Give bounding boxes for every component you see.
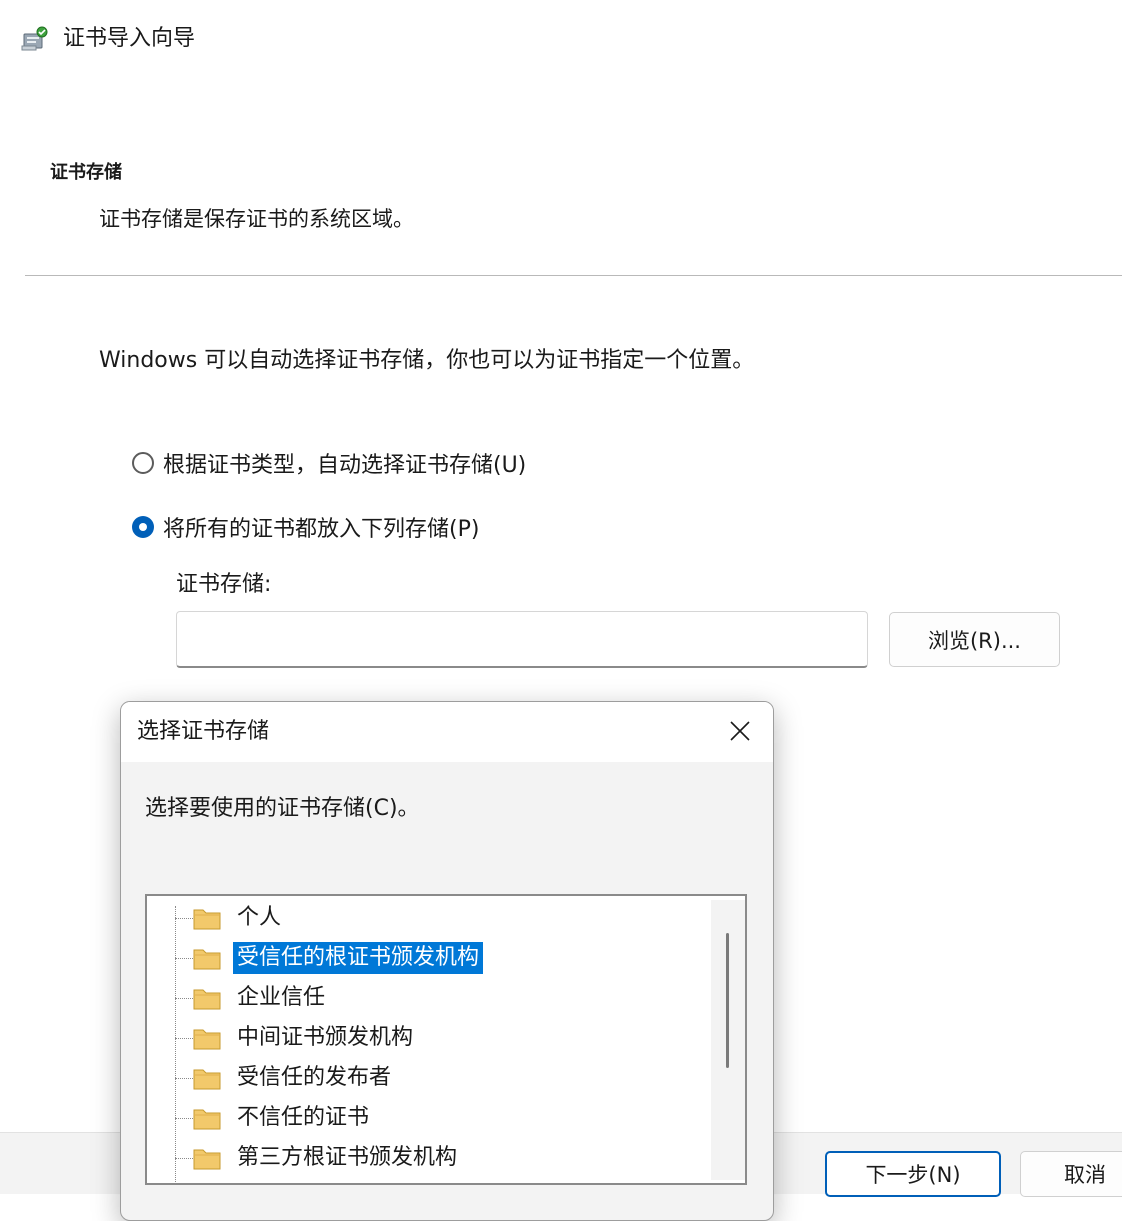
tree-item-label: 受信任的根证书颁发机构	[233, 942, 484, 974]
tree-item-label: 企业信任	[237, 985, 326, 1010]
tree-scrollbar[interactable]	[711, 900, 745, 1180]
folder-icon	[193, 906, 221, 930]
radio-auto-label: 根据证书类型，自动选择证书存储(U)	[163, 453, 527, 478]
tree-item[interactable]: 企业信任	[147, 980, 707, 1016]
tree-item[interactable]: 受信任的根证书颁发机构	[147, 940, 707, 976]
header-divider	[25, 275, 1122, 276]
dialog-prompt: 选择要使用的证书存储(C)。	[145, 796, 420, 821]
close-icon[interactable]	[717, 708, 763, 754]
tree-branch-line	[175, 918, 193, 919]
tree-item[interactable]: 受信任的发布者	[147, 1060, 707, 1096]
tree-item[interactable]: 不信任的证书	[147, 1100, 707, 1136]
folder-icon	[193, 1066, 221, 1090]
cancel-button[interactable]: 取消	[1020, 1151, 1122, 1197]
select-store-dialog: 选择证书存储 选择要使用的证书存储(C)。 个人受信任的根证书颁发机构企业信任中…	[120, 701, 774, 1221]
tree-item-label: 受信任的发布者	[237, 1065, 392, 1090]
tree-branch-line	[175, 1158, 193, 1159]
store-tree[interactable]: 个人受信任的根证书颁发机构企业信任中间证书颁发机构 受信任的发布者 不信任的证书第三…	[145, 894, 747, 1185]
section-title: 证书存储	[50, 162, 122, 183]
folder-icon	[193, 1106, 221, 1130]
folder-icon	[193, 986, 221, 1010]
tree-branch-line	[175, 1038, 193, 1039]
tree-item-label: 不信任的证书	[237, 1105, 370, 1130]
folder-icon	[193, 1146, 221, 1170]
browse-button[interactable]: 浏览(R)...	[889, 612, 1060, 667]
tree-item[interactable]: 个人	[147, 900, 707, 936]
window-title: 证书导入向导	[63, 26, 196, 51]
tree-branch-line	[175, 1078, 193, 1079]
dialog-title: 选择证书存储	[137, 719, 270, 744]
tree-item-label: 个人	[237, 905, 282, 930]
tree-item-label: 中间证书颁发机构	[237, 1025, 414, 1050]
radio-auto-indicator[interactable]	[132, 452, 154, 474]
tree-item[interactable]: 中间证书颁发机构	[147, 1020, 707, 1056]
radio-auto-select[interactable]: 根据证书类型，自动选择证书存储(U)	[132, 446, 526, 480]
folder-icon	[193, 946, 221, 970]
intro-text: Windows 可以自动选择证书存储，你也可以为证书指定一个位置。	[99, 348, 755, 373]
tree-item[interactable]: 第三方根证书颁发机构	[147, 1140, 707, 1176]
scroll-thumb[interactable]	[726, 933, 729, 1068]
tree-branch-line	[175, 998, 193, 999]
folder-icon	[193, 1026, 221, 1050]
certificate-store-input[interactable]	[176, 611, 868, 668]
tree-branch-line	[175, 958, 193, 959]
radio-place-all[interactable]: 将所有的证书都放入下列存储(P)	[132, 510, 479, 544]
radio-place-all-indicator[interactable]	[132, 516, 154, 538]
certificate-store-label: 证书存储:	[176, 572, 272, 597]
tree-item-label: 第三方根证书颁发机构	[237, 1145, 458, 1170]
next-button[interactable]: 下一步(N)	[825, 1151, 1001, 1197]
certificate-wizard-icon	[20, 22, 52, 54]
radio-place-all-label: 将所有的证书都放入下列存储(P)	[163, 517, 480, 542]
tree-branch-line	[175, 1118, 193, 1119]
section-description: 证书存储是保存证书的系统区域。	[99, 207, 414, 231]
